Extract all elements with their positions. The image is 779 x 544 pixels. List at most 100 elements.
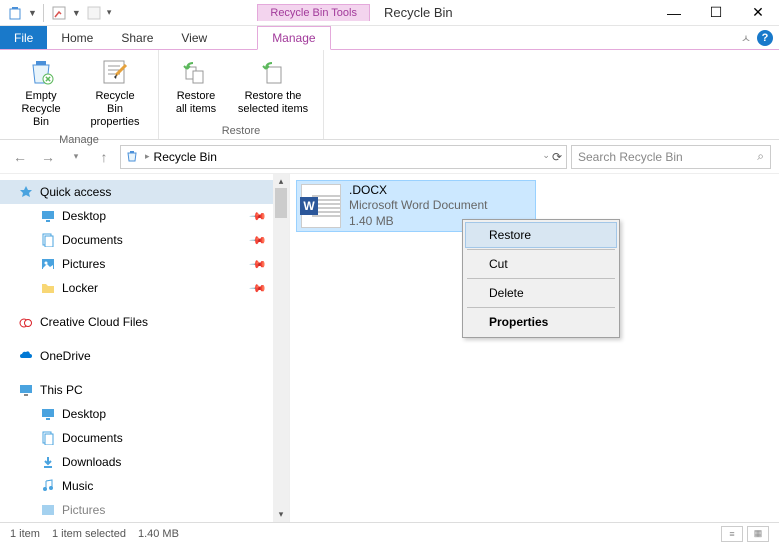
ribbon-group-label-restore: Restore: [222, 123, 261, 137]
refresh-icon[interactable]: ⟳: [552, 150, 562, 164]
creative-cloud-icon: [18, 314, 34, 330]
this-pc-icon: [18, 382, 34, 398]
context-menu: Restore Cut Delete Properties: [462, 219, 620, 338]
restore-all-button[interactable]: Restore all items: [167, 54, 225, 118]
status-bar: 1 item 1 item selected 1.40 MB ≡ ▦: [0, 522, 779, 544]
pin-icon: 📌: [249, 231, 268, 250]
tree-documents[interactable]: Documents 📌: [0, 228, 289, 252]
tab-view[interactable]: View: [167, 26, 221, 49]
desktop-icon: [40, 406, 56, 422]
ribbon-tabs: File Home Share View Manage ㅅ ?: [0, 26, 779, 50]
ctx-separator: [467, 307, 615, 308]
address-bar[interactable]: ▸ Recycle Bin ⌄ ⟳: [120, 145, 567, 169]
desktop-icon: [40, 208, 56, 224]
tree-pc-pictures[interactable]: Pictures: [0, 498, 289, 522]
collapse-ribbon-icon[interactable]: ㅅ: [741, 30, 751, 46]
status-item-count: 1 item: [10, 528, 40, 540]
pictures-icon: [40, 256, 56, 272]
qat-blank-icon[interactable]: [85, 4, 103, 22]
scroll-thumb[interactable]: [275, 188, 287, 218]
folder-icon: [40, 280, 56, 296]
close-button[interactable]: ✕: [737, 0, 779, 26]
search-placeholder: Search Recycle Bin: [578, 150, 757, 164]
tab-manage[interactable]: Manage: [257, 26, 330, 50]
back-button[interactable]: ←: [8, 145, 32, 169]
qat-dropdown-icon[interactable]: ▼: [28, 8, 37, 18]
pictures-icon: [40, 502, 56, 518]
window-controls: — ☐ ✕: [653, 0, 779, 26]
ribbon-group-label-manage: Manage: [59, 132, 99, 146]
word-document-icon: W: [301, 184, 341, 228]
maximize-button[interactable]: ☐: [695, 0, 737, 26]
tree-pc-desktop[interactable]: Desktop: [0, 402, 289, 426]
tree-quick-access[interactable]: Quick access: [0, 180, 289, 204]
ctx-separator: [467, 278, 615, 279]
status-selected: 1 item selected: [52, 528, 126, 540]
star-icon: [18, 184, 34, 200]
pin-icon: 📌: [249, 207, 268, 226]
window-title: Recycle Bin: [384, 5, 453, 20]
tree-onedrive[interactable]: OneDrive: [0, 344, 289, 368]
details-view-button[interactable]: ≡: [721, 526, 743, 542]
nav-scrollbar[interactable]: ▴ ▾: [273, 174, 289, 522]
contextual-tab-label: Recycle Bin Tools: [257, 4, 370, 21]
navigation-pane: Quick access Desktop 📌 Documents 📌 Pictu…: [0, 174, 290, 522]
address-dropdown-icon[interactable]: ⌄: [542, 150, 550, 164]
up-button[interactable]: ↑: [92, 145, 116, 169]
forward-button[interactable]: →: [36, 145, 60, 169]
properties-qat-icon[interactable]: [50, 4, 68, 22]
icons-view-button[interactable]: ▦: [747, 526, 769, 542]
status-size: 1.40 MB: [138, 528, 179, 540]
scroll-up-icon[interactable]: ▴: [279, 176, 284, 187]
tree-creative-cloud[interactable]: Creative Cloud Files: [0, 310, 289, 334]
onedrive-icon: [18, 348, 34, 364]
tree-locker[interactable]: Locker 📌: [0, 276, 289, 300]
breadcrumb-sep-icon[interactable]: ▸: [145, 151, 150, 162]
ctx-separator: [467, 249, 615, 250]
downloads-icon: [40, 454, 56, 470]
file-name: .DOCX: [349, 183, 488, 199]
properties-icon: [99, 56, 131, 88]
tree-pc-music[interactable]: Music: [0, 474, 289, 498]
tree-pc-documents[interactable]: Documents: [0, 426, 289, 450]
tree-pictures[interactable]: Pictures 📌: [0, 252, 289, 276]
documents-icon: [40, 232, 56, 248]
search-icon: ⌕: [757, 149, 764, 164]
restore-selected-icon: [257, 56, 289, 88]
tab-file[interactable]: File: [0, 26, 47, 49]
title-bar: ▼ ▼ ▾ Recycle Bin Tools Recycle Bin — ☐ …: [0, 0, 779, 26]
ctx-properties[interactable]: Properties: [465, 309, 617, 335]
scroll-down-icon[interactable]: ▾: [279, 509, 284, 520]
tree-desktop[interactable]: Desktop 📌: [0, 204, 289, 228]
restore-all-icon: [180, 56, 212, 88]
address-bar-row: ← → ▾ ↑ ▸ Recycle Bin ⌄ ⟳ Search Recycle…: [0, 140, 779, 174]
ctx-delete[interactable]: Delete: [465, 280, 617, 306]
help-icon[interactable]: ?: [757, 30, 773, 46]
restore-selected-button[interactable]: Restore the selected items: [231, 54, 315, 118]
main-split: Quick access Desktop 📌 Documents 📌 Pictu…: [0, 174, 779, 522]
ribbon-group-manage: Empty Recycle Bin Recycle Bin properties…: [0, 50, 159, 139]
ctx-restore[interactable]: Restore: [465, 222, 617, 248]
ribbon-group-restore: Restore all items Restore the selected i…: [159, 50, 324, 139]
breadcrumb-location[interactable]: Recycle Bin: [154, 150, 217, 164]
pin-icon: 📌: [249, 255, 268, 274]
recycle-bin-app-icon[interactable]: [6, 4, 24, 22]
file-type: Microsoft Word Document: [349, 198, 488, 214]
tab-home[interactable]: Home: [47, 26, 107, 49]
qat-dropdown-2-icon[interactable]: ▼: [72, 8, 81, 18]
recycle-bin-properties-button[interactable]: Recycle Bin properties: [80, 54, 150, 132]
history-dropdown-icon[interactable]: ▾: [64, 145, 88, 169]
qat-divider: [43, 4, 44, 22]
search-input[interactable]: Search Recycle Bin ⌕: [571, 145, 771, 169]
documents-icon: [40, 430, 56, 446]
ctx-cut[interactable]: Cut: [465, 251, 617, 277]
empty-recycle-bin-button[interactable]: Empty Recycle Bin: [8, 54, 74, 132]
tree-this-pc[interactable]: This PC: [0, 378, 289, 402]
quick-access-toolbar: ▼ ▼ ▾: [0, 4, 117, 22]
tree-pc-downloads[interactable]: Downloads: [0, 450, 289, 474]
tab-share[interactable]: Share: [107, 26, 167, 49]
minimize-button[interactable]: —: [653, 0, 695, 26]
empty-bin-icon: [25, 56, 57, 88]
recycle-bin-location-icon: [125, 149, 141, 165]
qat-customize-icon[interactable]: ▾: [107, 7, 112, 18]
